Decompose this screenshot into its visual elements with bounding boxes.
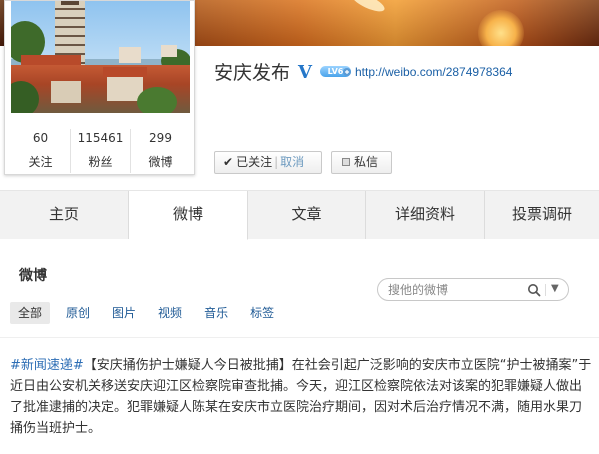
private-message-button[interactable]: 私信	[331, 151, 392, 174]
followed-button[interactable]: ✔ 已关注 | 取消	[214, 151, 322, 174]
message-icon	[342, 158, 350, 166]
search-icon[interactable]	[527, 283, 541, 297]
verified-v-icon[interactable]: V	[298, 62, 312, 84]
chevron-down-icon[interactable]: ▼	[551, 283, 559, 294]
stat-following[interactable]: 60 关注	[11, 129, 71, 173]
post-body: 【安庆捅伤护士嫌疑人今日被批捕】在社会引起广泛影响的安庆市立医院“护士被捅案”于…	[10, 358, 592, 436]
filter-original[interactable]: 原创	[66, 302, 90, 324]
feed-divider	[0, 337, 599, 338]
filter-images[interactable]: 图片	[112, 302, 136, 324]
tab-details[interactable]: 详细资料	[366, 191, 485, 239]
follow-separator: |	[274, 155, 279, 169]
tab-home[interactable]: 主页	[0, 191, 129, 239]
stat-followers[interactable]: 115461 粉丝	[71, 129, 131, 173]
tab-articles[interactable]: 文章	[248, 191, 366, 239]
profile-url-link[interactable]: http://weibo.com/2874978364	[355, 64, 512, 80]
stat-following-label: 关注	[28, 155, 53, 169]
filter-music[interactable]: 音乐	[204, 302, 228, 324]
tab-polls[interactable]: 投票调研	[485, 191, 599, 239]
profile-name: 安庆发布	[214, 62, 291, 84]
stat-posts[interactable]: 299 微博	[131, 129, 190, 173]
filter-tags[interactable]: 标签	[250, 302, 274, 324]
followed-label: 已关注	[236, 155, 273, 169]
feed-filters: 全部 原创 图片 视频 音乐 标签	[10, 302, 296, 324]
post-text: #新闻速递#【安庆捅伤护士嫌疑人今日被批捕】在社会引起广泛影响的安庆市立医院“护…	[10, 355, 592, 439]
post-hashtag[interactable]: #新闻速递#	[10, 358, 84, 373]
private-message-label: 私信	[354, 155, 379, 169]
checkmark-icon: ✔	[223, 155, 234, 169]
link-icon	[343, 68, 351, 76]
stat-followers-count: 115461	[77, 131, 124, 145]
feed-title: 微博	[19, 268, 47, 284]
filter-all[interactable]: 全部	[10, 302, 51, 324]
profile-tabs: 主页 微博 文章 详细资料 投票调研	[0, 190, 599, 240]
search-input[interactable]	[388, 282, 518, 298]
profile-card: 60 关注 115461 粉丝 299 微博	[4, 0, 195, 175]
stat-posts-label: 微博	[148, 155, 173, 169]
unfollow-link[interactable]: 取消	[280, 155, 304, 169]
stat-posts-count: 299	[149, 131, 172, 145]
filter-videos[interactable]: 视频	[158, 302, 182, 324]
search-box: ▼	[377, 278, 569, 301]
avatar[interactable]	[11, 1, 190, 113]
stat-followers-label: 粉丝	[88, 155, 113, 169]
tab-weibo[interactable]: 微博	[129, 191, 248, 240]
stat-following-count: 60	[32, 131, 49, 145]
stats-bar: 60 关注 115461 粉丝 299 微博	[11, 129, 190, 173]
